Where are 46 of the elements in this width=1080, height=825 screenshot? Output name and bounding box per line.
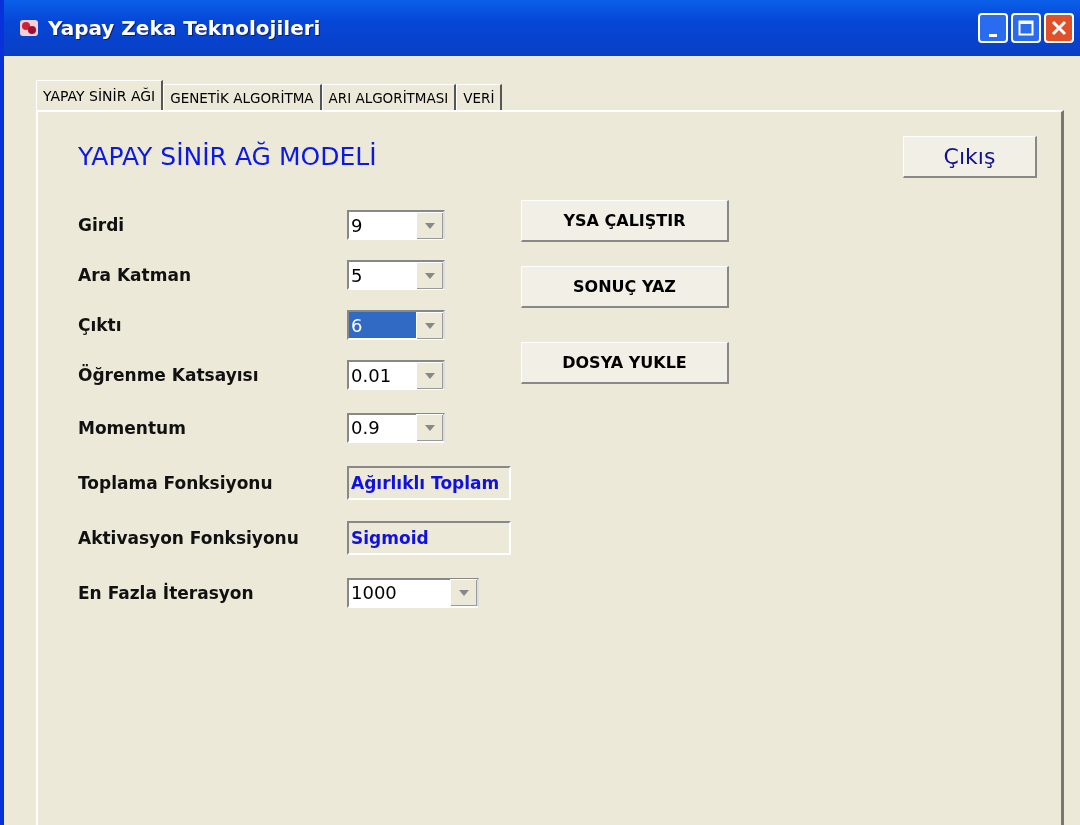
dropdown-arrow-icon xyxy=(425,425,435,431)
dropdown-arrow-icon xyxy=(425,372,435,379)
dropdown-button[interactable] xyxy=(450,579,477,606)
readonly-field: Ağırlıklı Toplam xyxy=(347,465,511,500)
field-label: Momentum xyxy=(78,417,187,438)
dropdown[interactable]: 0.9 xyxy=(347,412,445,443)
field-label: Çıktı xyxy=(78,315,123,335)
dropdown[interactable]: 0.01 xyxy=(347,360,445,390)
dropdown-button[interactable] xyxy=(416,311,443,339)
dropdown[interactable]: 5 xyxy=(347,260,445,290)
tab[interactable]: VERİ xyxy=(456,84,503,110)
close-button[interactable] xyxy=(1044,13,1074,43)
action-button[interactable]: YSA ÇALIŞTIR xyxy=(521,200,729,242)
dropdown-arrow-icon xyxy=(425,272,435,279)
dropdown[interactable]: 6 xyxy=(347,310,445,340)
tab[interactable]: GENETİK ALGORİTMA xyxy=(163,84,322,110)
field-label: Toplama Fonksiyonu xyxy=(78,472,274,493)
action-button[interactable]: DOSYA YUKLE xyxy=(521,342,729,384)
maximize-button[interactable] xyxy=(1011,13,1041,43)
dropdown-arrow-icon xyxy=(425,222,435,229)
dropdown[interactable]: 9 xyxy=(347,210,445,240)
field-label: En Fazla İterasyon xyxy=(78,582,255,603)
maximize-icon xyxy=(1018,20,1034,36)
minimize-button[interactable] xyxy=(978,13,1008,43)
dropdown-button[interactable] xyxy=(416,211,443,239)
dropdown-value: 6 xyxy=(349,312,416,338)
panel-heading: YAPAY SİNİR AĞ MODELİ xyxy=(78,142,377,171)
field-label: Aktivasyon Fonksiyonu xyxy=(78,527,300,548)
dropdown-button[interactable] xyxy=(416,261,443,289)
close-icon xyxy=(1051,20,1067,36)
field-label: Girdi xyxy=(78,215,126,235)
readonly-field: Sigmoid xyxy=(347,520,511,555)
field-label: Ara Katman xyxy=(78,265,192,285)
field-label: Öğrenme Katsayısı xyxy=(78,365,260,385)
tab[interactable]: YAPAY SİNİR AĞI xyxy=(36,80,164,110)
dropdown-button[interactable] xyxy=(416,361,443,389)
dropdown-arrow-icon xyxy=(425,322,435,329)
app-icon xyxy=(18,17,40,39)
dropdown-arrow-icon xyxy=(459,590,469,596)
dropdown-button[interactable] xyxy=(416,414,443,441)
action-button[interactable]: SONUÇ YAZ xyxy=(521,266,729,308)
window-title: Yapay Zeka Teknolojileri xyxy=(48,16,322,40)
exit-button[interactable]: Çıkış xyxy=(903,136,1037,178)
tab[interactable]: ARI ALGORİTMASI xyxy=(321,84,457,110)
dropdown[interactable]: 1000 xyxy=(347,577,479,608)
minimize-icon xyxy=(989,33,997,37)
